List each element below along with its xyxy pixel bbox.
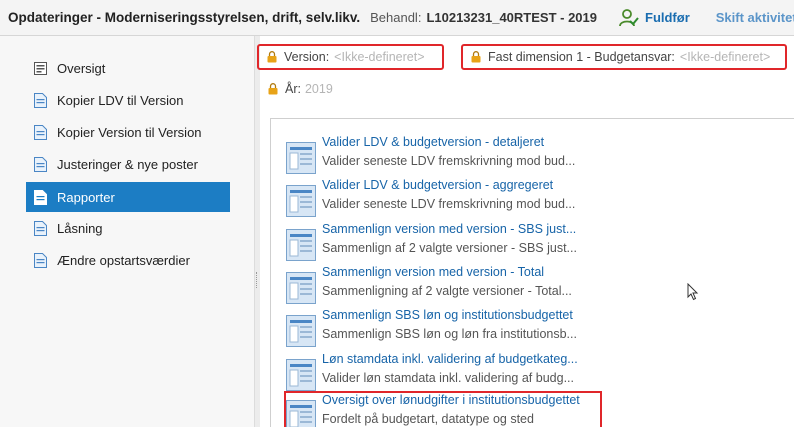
report-item-highlighted[interactable]: Oversigt over lønudgifter i institutions…	[284, 391, 602, 427]
report-title[interactable]: Valider LDV & budgetversion - detaljeret	[322, 135, 544, 149]
sidebar-item-adjustments[interactable]: Justeringer & nye poster	[26, 149, 230, 179]
report-item[interactable]: Valider LDV & budgetversion - aggregeret…	[286, 178, 586, 218]
sidebar-item-reports[interactable]: Rapporter	[26, 182, 230, 212]
report-description: Valider løn stamdata inkl. validering af…	[322, 371, 574, 385]
report-icon	[286, 185, 316, 217]
sidebar-item-label: Justeringer & nye poster	[57, 156, 198, 172]
version-value: <Ikke-defineret>	[334, 50, 425, 64]
sidebar: Oversigt Kopier LDV til Version Kopier V…	[0, 36, 255, 427]
document-icon	[34, 252, 47, 268]
sidebar-item-startup-values[interactable]: Ændre opstartsværdier	[26, 245, 230, 275]
report-description: Valider seneste LDV fremskrivning mod bu…	[322, 197, 576, 211]
sidebar-item-copy-ldv[interactable]: Kopier LDV til Version	[26, 85, 230, 115]
year-filter[interactable]: År: 2019	[268, 82, 333, 96]
main-panel: Version: <Ikke-defineret> Fast dimension…	[257, 36, 794, 427]
sidebar-item-label: Kopier LDV til Version	[57, 92, 184, 108]
report-description: Sammenlign SBS løn og løn fra institutio…	[322, 327, 577, 341]
report-title[interactable]: Valider LDV & budgetversion - aggregeret	[322, 178, 553, 192]
title-bar: Opdateringer - Moderniseringsstyrelsen, …	[0, 0, 794, 36]
sidebar-item-label: Låsning	[57, 220, 103, 236]
sidebar-item-locking[interactable]: Låsning	[26, 213, 230, 243]
report-title[interactable]: Løn stamdata inkl. validering af budgetk…	[322, 352, 578, 366]
dimension-value: <Ikke-defineret>	[679, 50, 771, 64]
complete-label: Fuldfør	[645, 10, 690, 25]
mouse-cursor-icon	[687, 283, 699, 301]
report-title[interactable]: Oversigt over lønudgifter i institutions…	[322, 393, 580, 407]
sidebar-item-overview[interactable]: Oversigt	[26, 53, 230, 83]
app-title: Opdateringer - Moderniseringsstyrelsen, …	[8, 10, 361, 25]
report-description: Valider seneste LDV fremskrivning mod bu…	[322, 154, 576, 168]
report-icon	[286, 229, 316, 261]
document-icon	[34, 156, 47, 172]
report-description: Sammenligning af 2 valgte versioner - To…	[322, 284, 572, 298]
report-title[interactable]: Sammenlign version med version - Total	[322, 265, 544, 279]
report-item[interactable]: Løn stamdata inkl. validering af budgetk…	[286, 352, 586, 392]
report-title[interactable]: Sammenlign version med version - SBS jus…	[322, 222, 576, 236]
dimension-label: Fast dimension 1 - Budgetansvar:	[488, 50, 675, 64]
year-value: 2019	[304, 82, 333, 96]
report-icon	[286, 272, 316, 304]
sidebar-item-label: Oversigt	[57, 60, 106, 76]
version-label: Version:	[284, 50, 330, 64]
sidebar-item-label: Kopier Version til Version	[57, 124, 202, 140]
document-icon	[34, 92, 47, 108]
report-item[interactable]: Valider LDV & budgetversion - detaljeret…	[286, 135, 586, 175]
document-icon	[34, 124, 47, 140]
lock-icon	[471, 51, 481, 63]
document-icon	[34, 220, 47, 236]
report-icon	[286, 359, 316, 391]
report-title[interactable]: Sammenlign SBS løn og institutionsbudget…	[322, 308, 573, 322]
report-description: Sammenlign af 2 valgte versioner - SBS j…	[322, 241, 577, 255]
lock-icon	[268, 83, 278, 95]
budget-dimension-filter[interactable]: Fast dimension 1 - Budgetansvar: <Ikke-d…	[461, 44, 787, 70]
splitter-grip[interactable]	[256, 272, 258, 288]
sidebar-item-label: Rapporter	[57, 189, 115, 205]
document-icon	[34, 189, 47, 205]
report-icon	[286, 315, 316, 347]
version-filter[interactable]: Version: <Ikke-defineret>	[257, 44, 444, 70]
year-label: År:	[285, 82, 301, 96]
report-description: Fordelt på budgetart, datatype og sted	[322, 412, 534, 426]
report-item[interactable]: Sammenlign version med version - Total S…	[286, 265, 586, 305]
complete-button[interactable]: Fuldfør	[607, 8, 702, 27]
user-check-icon	[619, 8, 639, 26]
sidebar-item-label: Ændre opstartsværdier	[57, 252, 190, 268]
lock-icon	[267, 51, 277, 63]
report-item[interactable]: Sammenlign SBS løn og institutionsbudget…	[286, 308, 586, 348]
report-item[interactable]: Sammenlign version med version - SBS jus…	[286, 222, 586, 262]
report-icon	[286, 400, 316, 427]
report-list: Valider LDV & budgetversion - detaljeret…	[270, 118, 794, 427]
switch-activities-button[interactable]: Skift aktiviteter	[702, 10, 794, 25]
report-icon	[286, 142, 316, 174]
task-value: L10213231_40RTEST - 2019	[426, 10, 597, 25]
task-label: Behandl:	[370, 10, 422, 25]
sidebar-item-copy-version[interactable]: Kopier Version til Version	[26, 117, 230, 147]
overview-icon	[34, 61, 47, 75]
